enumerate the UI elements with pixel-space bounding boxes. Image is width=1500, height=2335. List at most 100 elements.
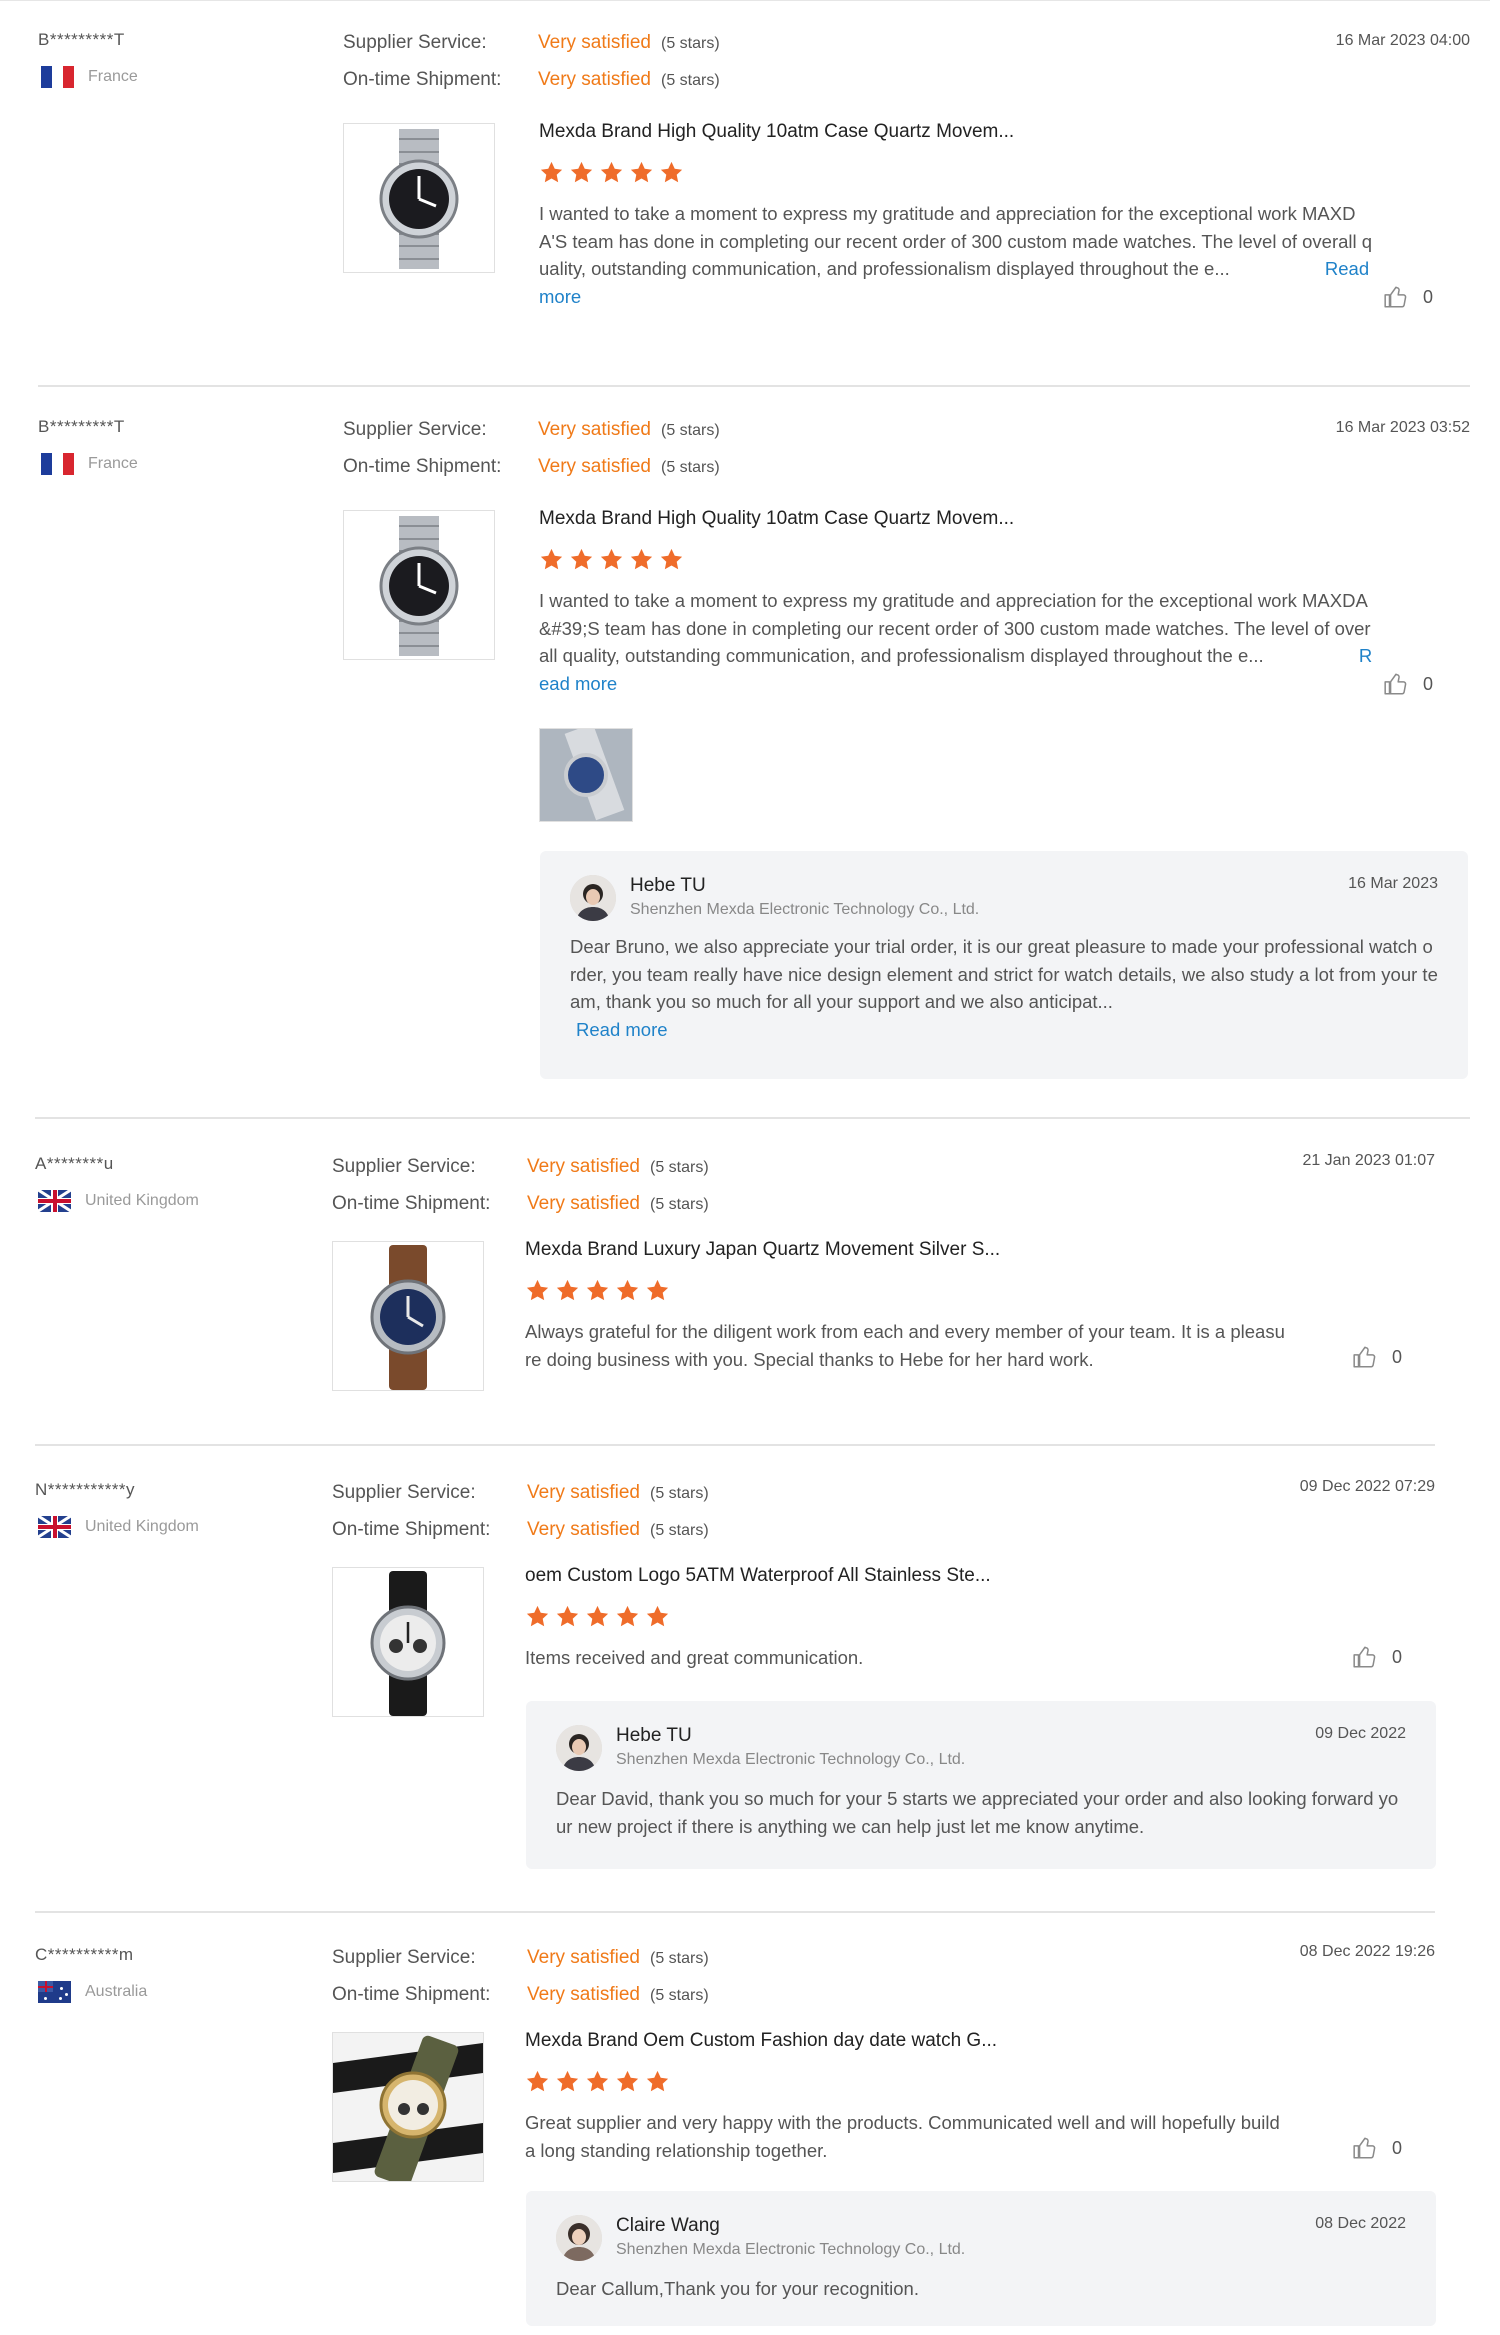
uk-flag-icon: [38, 1190, 71, 1212]
product-rating: [525, 1278, 670, 1303]
supplier-service-value: Very satisfied: [538, 32, 651, 53]
star-icon: [630, 548, 653, 570]
supplier-service-label: Supplier Service:: [332, 1482, 476, 1503]
buyer-name: B*********T: [38, 30, 125, 49]
buyer-name: A********u: [35, 1154, 114, 1173]
product-title[interactable]: oem Custom Logo 5ATM Waterproof All Stai…: [525, 1565, 991, 1587]
reply-date: 08 Dec 2022: [1315, 2215, 1406, 2232]
supplier-service-label: Supplier Service:: [343, 419, 487, 440]
buyer-country: United Kingdom: [38, 1190, 199, 1212]
thumbs-up-icon: [1384, 673, 1407, 695]
reply-author-name: Hebe TU: [630, 875, 706, 896]
like-button[interactable]: 0: [1383, 671, 1433, 697]
star-icon: [600, 548, 623, 570]
watch-icon: [333, 2033, 483, 2181]
product-thumbnail[interactable]: [343, 123, 495, 273]
buyer-name: B*********T: [38, 417, 125, 436]
like-button[interactable]: 0: [1352, 2135, 1402, 2161]
country-name: United Kingdom: [85, 1518, 199, 1535]
product-thumbnail[interactable]: [332, 1567, 484, 1717]
read-more-link[interactable]: Read more: [576, 1019, 668, 1040]
product-title[interactable]: Mexda Brand Oem Custom Fashion day date …: [525, 2030, 997, 2052]
review-date: 08 Dec 2022 19:26: [1299, 1943, 1435, 1960]
product-thumbnail[interactable]: [343, 510, 495, 660]
reply-text: Dear Bruno, we also appreciate your tria…: [570, 933, 1438, 1043]
ratings-block: Supplier Service: Very satisfied (5 stars)…: [343, 25, 720, 99]
supplier-service-value: Very satisfied: [527, 1482, 640, 1503]
like-count: 0: [1423, 673, 1434, 694]
review-photo[interactable]: [539, 728, 633, 822]
review-date: 16 Mar 2023 04:00: [1335, 32, 1470, 49]
star-icon: [660, 161, 683, 183]
star-icon: [600, 161, 623, 183]
star-icon: [616, 2070, 639, 2092]
product-title[interactable]: Mexda Brand High Quality 10atm Case Quar…: [539, 508, 1014, 530]
reply-text-body: Dear Callum,Thank you for your recogniti…: [556, 2278, 919, 2299]
review-item: A********u United Kingdom Supplier Servi…: [35, 1132, 1435, 1442]
thumbs-up-icon: [1353, 1346, 1376, 1368]
ontime-shipment-value: Very satisfied: [527, 1519, 640, 1540]
reply-company: Shenzhen Mexda Electronic Technology Co.…: [616, 1751, 966, 1768]
buyer-country: United Kingdom: [38, 1516, 199, 1538]
like-count: 0: [1392, 1346, 1403, 1367]
reply-date: 16 Mar 2023: [1348, 875, 1438, 892]
ontime-shipment-label: On-time Shipment:: [332, 1193, 491, 1214]
supplier-service-stars: (5 stars): [661, 35, 720, 52]
ontime-shipment-stars: (5 stars): [650, 1522, 709, 1539]
review-date: 21 Jan 2023 01:07: [1302, 1152, 1435, 1169]
star-icon: [540, 161, 563, 183]
ontime-shipment-label: On-time Shipment:: [343, 456, 502, 477]
reply-author-name: Hebe TU: [616, 1725, 692, 1746]
product-rating: [525, 1604, 670, 1629]
review-text-body: I wanted to take a moment to express my …: [539, 590, 1371, 666]
product-thumbnail[interactable]: [332, 1241, 484, 1391]
watch-icon: [379, 516, 459, 656]
product-thumbnail[interactable]: [332, 2032, 484, 2182]
review-text: Items received and great communication.: [525, 1644, 1285, 1672]
ratings-block: Supplier Service: Very satisfied (5 stars)…: [332, 1940, 709, 2014]
buyer-name: N***********y: [35, 1480, 136, 1499]
star-icon: [556, 1279, 579, 1301]
review-text-body: Always grateful for the diligent work fr…: [525, 1321, 1285, 1370]
person-icon: [556, 1725, 602, 1771]
star-icon: [646, 2070, 669, 2092]
like-button[interactable]: 0: [1352, 1644, 1402, 1670]
review-text-body: Items received and great communication.: [525, 1647, 864, 1668]
star-icon: [646, 1279, 669, 1301]
product-rating: [539, 547, 684, 572]
reply-text-body: Dear Bruno, we also appreciate your tria…: [570, 936, 1438, 1012]
buyer-country: France: [41, 66, 138, 88]
country-name: France: [88, 455, 138, 472]
star-icon: [630, 161, 653, 183]
ontime-shipment-value: Very satisfied: [527, 1193, 640, 1214]
buyer-country: Australia: [38, 1981, 147, 2003]
product-rating: [539, 160, 684, 185]
like-button[interactable]: 0: [1352, 1344, 1402, 1370]
reply-text: Dear David, thank you so much for your 5…: [556, 1785, 1406, 1840]
supplier-service-stars: (5 stars): [661, 422, 720, 439]
supplier-service-stars: (5 stars): [650, 1485, 709, 1502]
review-divider: [35, 1911, 1435, 1913]
ontime-shipment-label: On-time Shipment:: [343, 69, 502, 90]
product-title[interactable]: Mexda Brand Luxury Japan Quartz Movement…: [525, 1239, 1000, 1261]
like-count: 0: [1392, 1646, 1403, 1667]
product-title[interactable]: Mexda Brand High Quality 10atm Case Quar…: [539, 121, 1014, 143]
ontime-shipment-value: Very satisfied: [527, 1984, 640, 2005]
country-name: France: [88, 68, 138, 85]
star-icon: [616, 1279, 639, 1301]
reply-text-body: Dear David, thank you so much for your 5…: [556, 1788, 1399, 1837]
review-text: Always grateful for the diligent work fr…: [525, 1318, 1285, 1373]
ontime-shipment-stars: (5 stars): [661, 72, 720, 89]
watch-icon: [370, 1245, 446, 1390]
france-flag-icon: [41, 66, 74, 88]
review-item: B*********T France Supplier Service: Very…: [38, 387, 1470, 1117]
seller-reply: Claire Wang Shenzhen Mexda Electronic Te…: [526, 2191, 1436, 2326]
supplier-service-value: Very satisfied: [527, 1156, 640, 1177]
supplier-service-label: Supplier Service:: [343, 32, 487, 53]
star-icon: [586, 2070, 609, 2092]
ratings-block: Supplier Service: Very satisfied (5 stars)…: [332, 1149, 709, 1223]
ontime-shipment-stars: (5 stars): [661, 459, 720, 476]
like-button[interactable]: 0: [1383, 284, 1433, 310]
reply-company: Shenzhen Mexda Electronic Technology Co.…: [616, 2241, 966, 2258]
reply-date: 09 Dec 2022: [1315, 1725, 1406, 1742]
